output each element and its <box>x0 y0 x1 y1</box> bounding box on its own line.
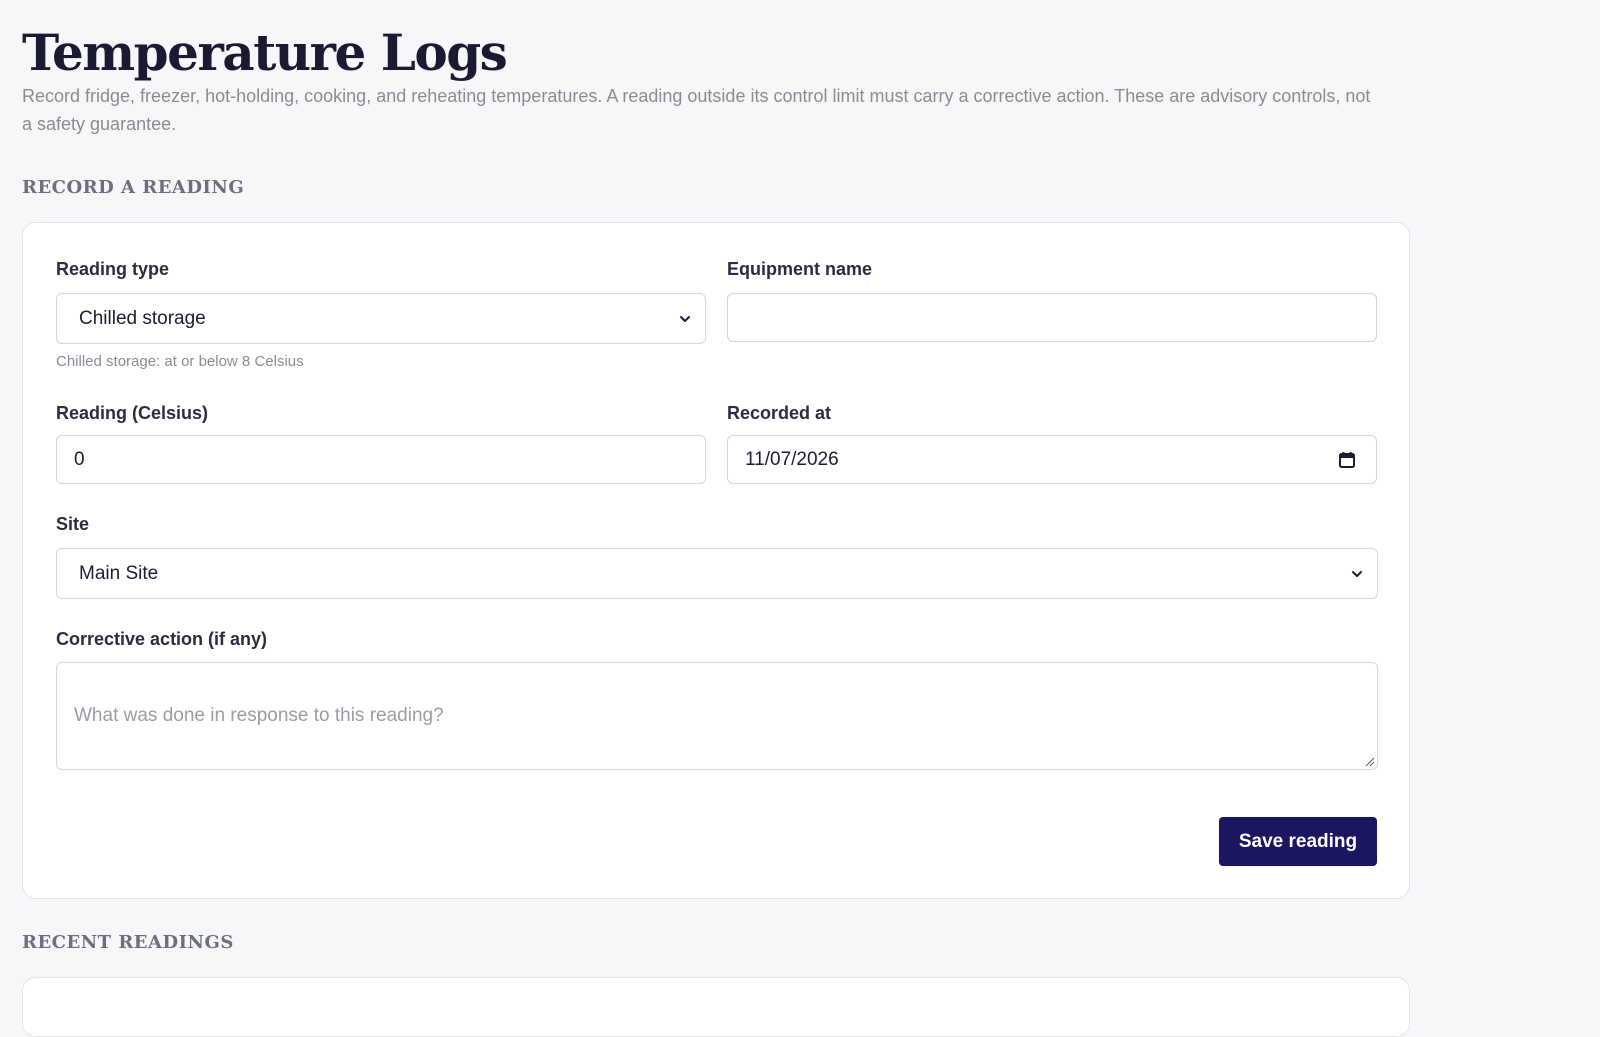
site-value: Main Site <box>79 562 159 584</box>
chevron-down-icon <box>1352 570 1362 577</box>
reading-type-value: Chilled storage <box>79 307 206 329</box>
corrective-action-textarea[interactable]: What was done in response to this readin… <box>56 662 1378 770</box>
site-select[interactable]: Main Site <box>56 548 1378 599</box>
corrective-action-placeholder: What was done in response to this readin… <box>74 705 444 726</box>
page-title: Temperature Logs <box>22 23 508 82</box>
reading-celsius-value: 0 <box>74 448 85 470</box>
equipment-name-label: Equipment name <box>727 259 873 279</box>
save-reading-button[interactable]: Save reading <box>1219 817 1377 866</box>
recorded-at-label: Recorded at <box>727 403 832 423</box>
corrective-action-label: Corrective action (if any) <box>56 629 268 649</box>
reading-celsius-input[interactable]: 0 <box>56 435 706 484</box>
temperature-logs-page: Temperature Logs Record fridge, freezer,… <box>22 0 1412 1037</box>
recorded-at-input[interactable]: 11/07/2026 <box>727 435 1377 484</box>
reading-type-label: Reading type <box>56 259 170 279</box>
reading-celsius-label: Reading (Celsius) <box>56 403 209 423</box>
page-description: Record fridge, freezer, hot-holding, coo… <box>22 86 1371 134</box>
record-reading-form: Reading type Chilled storage Chilled sto… <box>22 222 1410 899</box>
recent-readings-card <box>22 977 1410 1037</box>
recent-readings-heading: RECENT READINGS <box>22 932 234 953</box>
chevron-down-icon <box>680 315 690 322</box>
site-label: Site <box>56 514 90 534</box>
reading-type-select[interactable]: Chilled storage <box>56 293 706 344</box>
record-reading-heading: RECORD A READING <box>22 177 245 198</box>
equipment-name-input[interactable] <box>727 293 1377 342</box>
calendar-icon[interactable] <box>1338 451 1356 469</box>
recorded-at-value: 11/07/2026 <box>745 448 839 470</box>
resize-grip-icon[interactable] <box>1363 755 1375 767</box>
reading-type-hint: Chilled storage: at or below 8 Celsius <box>56 353 304 370</box>
